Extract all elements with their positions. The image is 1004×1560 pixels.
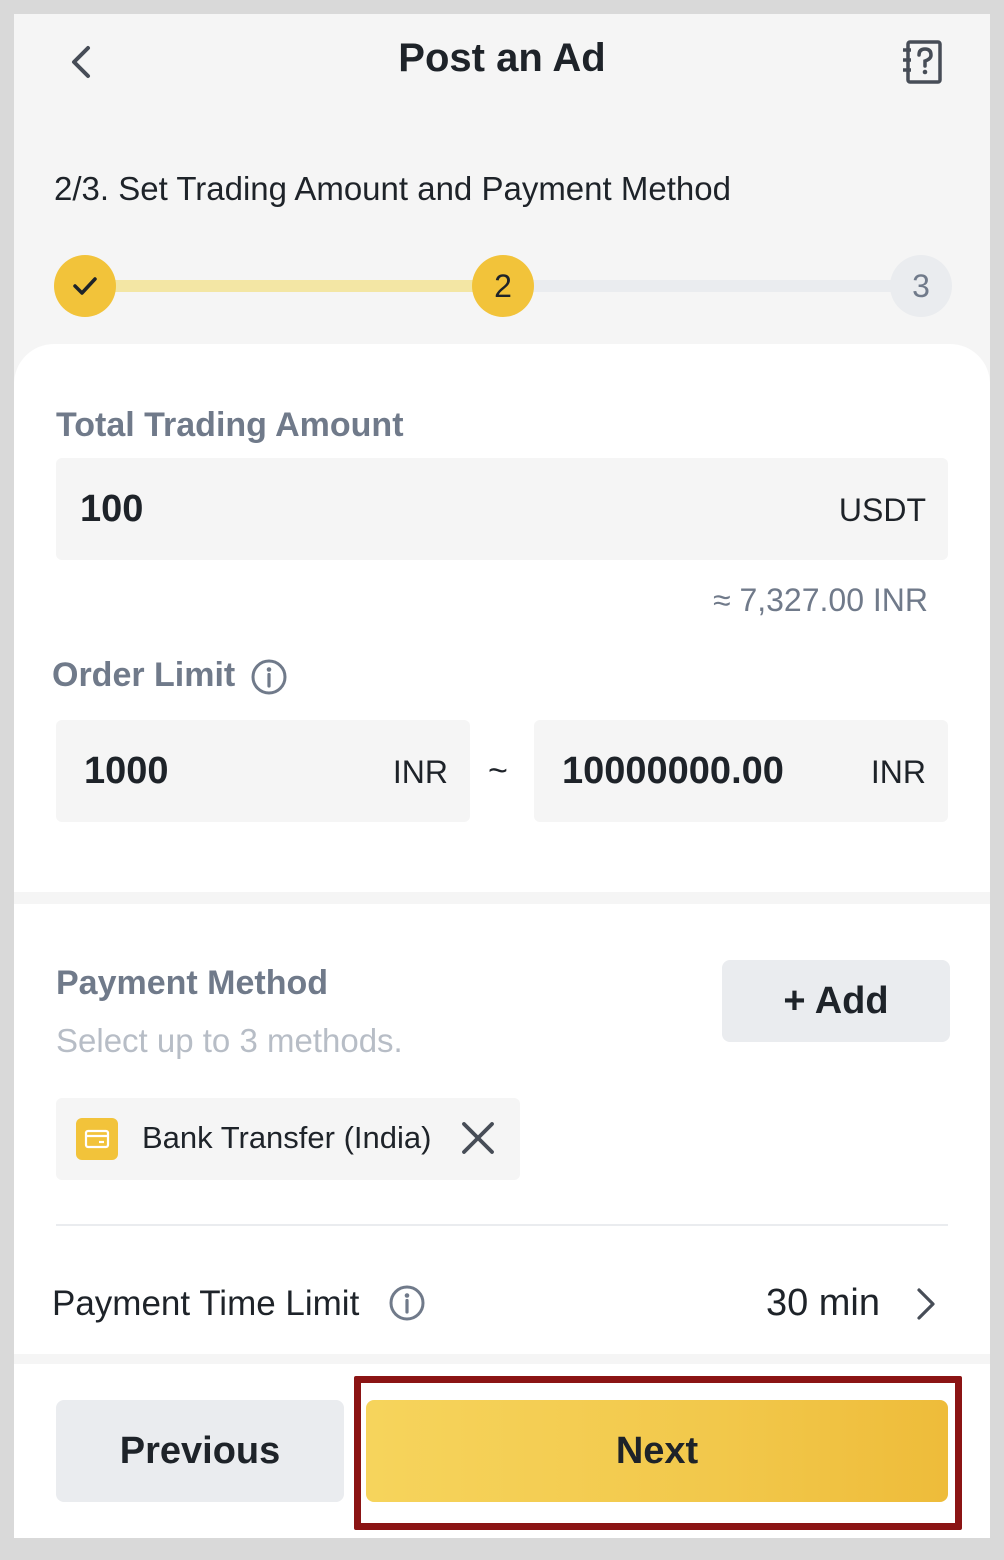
total-trading-amount-input[interactable]: 100 USDT: [56, 458, 948, 560]
remove-payment-method-button[interactable]: [456, 1116, 500, 1160]
payment-method-chip: Bank Transfer (India): [56, 1098, 520, 1180]
order-limit-min-value: 1000: [84, 750, 169, 792]
order-limit-label: Order Limit: [52, 656, 236, 694]
add-payment-method-button[interactable]: + Add: [722, 960, 950, 1042]
footer-divider: [14, 1354, 990, 1364]
order-limit-min-unit: INR: [392, 754, 448, 790]
total-trading-amount-unit: USDT: [838, 492, 926, 528]
close-icon: [462, 1122, 494, 1154]
total-trading-amount-label: Total Trading Amount: [56, 406, 404, 444]
post-ad-screen: Post an Ad 2/3. Set Trading Amount and P…: [14, 14, 990, 1538]
header: Post an Ad: [14, 14, 990, 114]
help-document-icon: [903, 40, 942, 84]
payment-time-limit-label: Payment Time Limit: [52, 1284, 360, 1323]
section-divider: [14, 892, 990, 904]
help-button[interactable]: [900, 38, 948, 86]
bank-card-icon: [76, 1118, 118, 1160]
approx-inr-value: ≈ 7,327.00 INR: [712, 582, 928, 618]
checkmark-icon: [73, 277, 97, 295]
order-limit-max-input[interactable]: 10000000.00 INR: [534, 720, 948, 822]
row-divider: [56, 1224, 948, 1226]
payment-time-limit-value: 30 min: [765, 1282, 880, 1324]
progress-stepper: 2 3: [54, 240, 952, 317]
step-1-complete: [54, 255, 116, 317]
chevron-right-icon: [917, 1288, 935, 1320]
step-2-current: 2: [472, 255, 534, 317]
order-limit-max-unit: INR: [870, 754, 926, 790]
payment-method-chip-label: Bank Transfer (India): [142, 1120, 432, 1155]
info-icon[interactable]: [250, 658, 288, 696]
total-trading-amount-value: 100: [80, 488, 144, 530]
previous-button[interactable]: Previous: [56, 1400, 344, 1502]
payment-time-limit-row[interactable]: Payment Time Limit 30 min: [14, 1244, 990, 1354]
payment-method-label: Payment Method: [56, 964, 329, 1002]
form-card: Total Trading Amount 100 USDT ≈ 7,327.00…: [14, 344, 990, 1538]
next-button-highlight: [354, 1376, 962, 1530]
step-3-upcoming: 3: [890, 255, 952, 317]
page-title: Post an Ad: [398, 36, 606, 80]
payment-method-hint: Select up to 3 methods.: [56, 1022, 403, 1059]
stepper-track-completed: [84, 280, 504, 292]
step-title: 2/3. Set Trading Amount and Payment Meth…: [54, 170, 731, 207]
order-limit-max-value: 10000000.00: [562, 750, 784, 792]
stepper-track-remaining: [524, 280, 934, 292]
info-icon[interactable]: [388, 1284, 426, 1322]
order-limit-separator: ~: [488, 752, 508, 790]
order-limit-min-input[interactable]: 1000 INR: [56, 720, 470, 822]
